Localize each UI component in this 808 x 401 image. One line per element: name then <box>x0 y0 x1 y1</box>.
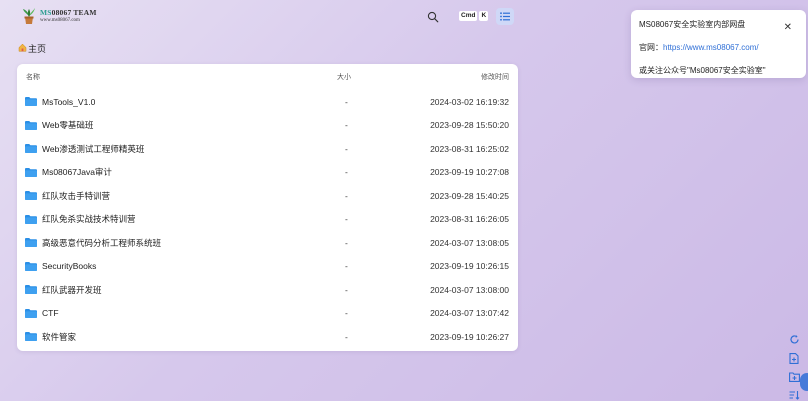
table-row[interactable]: 红队武器开发班 - 2024-03-07 13:08:00 <box>17 278 518 301</box>
folder-icon <box>25 238 37 247</box>
row-size: - <box>345 214 348 224</box>
table-row[interactable]: 红队攻击手特训营 - 2023-09-28 15:40:25 <box>17 184 518 207</box>
table-header: 名称 大小 修改时间 <box>17 72 518 84</box>
row-size: - <box>345 261 348 271</box>
row-modified: 2023-08-31 16:26:05 <box>430 214 509 224</box>
row-name: Ms08067Java审计 <box>42 167 112 177</box>
folder-icon <box>25 214 37 224</box>
sort-icon[interactable] <box>788 389 800 401</box>
row-name-cell[interactable]: SecurityBooks <box>25 261 96 271</box>
row-modified: 2023-09-28 15:40:25 <box>430 190 509 201</box>
table-row[interactable]: 红队免杀实战技术特训营 - 2023-08-31 16:26:05 <box>17 208 518 231</box>
table-row[interactable]: Ms08067Java审计 - 2023-09-19 10:27:08 <box>17 161 518 184</box>
breadcrumb-home-label: 主页 <box>28 44 47 54</box>
row-modified: 2023-09-19 10:26:27 <box>430 331 509 342</box>
breadcrumb[interactable]: 主页 <box>18 42 46 55</box>
row-name: 高级恶意代码分析工程师系统班 <box>42 237 162 248</box>
folder-icon <box>25 308 37 318</box>
table-row[interactable]: MsTools_V1.0 - 2024-03-02 16:19:32 <box>17 90 518 113</box>
logo[interactable]: MS08067 TEAM www.ms08067.com <box>22 7 97 25</box>
new-file-icon[interactable] <box>788 352 800 364</box>
row-size: - <box>345 120 348 130</box>
view-toggle-button[interactable] <box>496 8 514 25</box>
row-size: - <box>345 143 348 154</box>
row-modified: 2023-09-19 10:26:15 <box>430 261 509 271</box>
row-modified: 2023-08-31 16:25:02 <box>430 143 509 154</box>
row-size: - <box>345 308 348 318</box>
table-row[interactable]: SecurityBooks - 2023-09-19 10:26:15 <box>17 255 518 278</box>
row-name-cell[interactable]: 红队攻击手特训营 <box>25 190 110 202</box>
folder-icon <box>25 120 37 130</box>
row-name-cell[interactable]: Ms08067Java审计 <box>25 166 112 178</box>
row-size: - <box>345 96 348 107</box>
settings-float-icon[interactable] <box>800 373 808 391</box>
table-row[interactable]: Web渗透测试工程师精英班 - 2023-08-31 16:25:02 <box>17 137 518 160</box>
file-list-card: 名称 大小 修改时间 MsTools_V1.0 - 2024-03-02 16:19… <box>17 64 518 351</box>
folder-icon <box>25 167 37 177</box>
row-modified: 2024-03-07 13:08:05 <box>430 237 509 248</box>
search-icon[interactable] <box>427 10 439 23</box>
row-name-cell[interactable]: 红队武器开发班 <box>25 284 102 296</box>
row-name-cell[interactable]: CTF <box>25 308 59 318</box>
row-name-cell[interactable]: 软件管家 <box>25 331 76 343</box>
row-name-cell[interactable]: Web渗透测试工程师精英班 <box>25 143 144 155</box>
row-size: - <box>345 331 348 342</box>
refresh-icon[interactable] <box>788 333 800 345</box>
shortcut-key-cmd: Cmd <box>459 11 478 21</box>
folder-icon <box>25 285 37 294</box>
list-view-icon <box>500 8 510 26</box>
shortcut-key-k: K <box>479 11 489 21</box>
row-name-cell[interactable]: 高级恶意代码分析工程师系统班 <box>25 237 161 249</box>
row-size: - <box>345 237 348 248</box>
close-icon[interactable]: ✕ <box>784 22 792 33</box>
row-size: - <box>345 284 348 295</box>
row-name: CTF <box>42 308 59 318</box>
notice-site-label: 官网： <box>639 43 663 52</box>
row-name: 红队武器开发班 <box>42 284 102 295</box>
folder-icon <box>25 261 37 271</box>
row-name: 软件管家 <box>42 331 77 342</box>
row-modified: 2024-03-07 13:07:42 <box>430 308 509 318</box>
search-shortcut: Cmd K <box>459 11 489 21</box>
column-header-name[interactable]: 名称 <box>26 72 40 82</box>
new-folder-icon[interactable] <box>788 371 800 383</box>
folder-icon <box>25 144 37 153</box>
row-name: 红队攻击手特训营 <box>42 190 111 201</box>
row-name: MsTools_V1.0 <box>42 96 96 107</box>
row-modified: 2023-09-19 10:27:08 <box>430 167 509 177</box>
row-modified: 2024-03-07 13:08:00 <box>430 284 509 295</box>
home-icon <box>18 43 27 54</box>
row-size: - <box>345 190 348 201</box>
column-header-size[interactable]: 大小 <box>337 72 351 82</box>
row-size: - <box>345 167 348 177</box>
row-modified: 2023-09-28 15:50:20 <box>430 120 509 130</box>
folder-icon <box>25 97 37 106</box>
row-name: Web零基础班 <box>42 120 94 130</box>
column-header-modified[interactable]: 修改时间 <box>481 72 509 82</box>
folder-icon <box>25 191 37 200</box>
notice-site-link[interactable]: https://www.ms08067.com/ <box>663 43 759 52</box>
table-row[interactable]: CTF - 2024-03-07 13:07:42 <box>17 302 518 325</box>
row-name: 红队免杀实战技术特训营 <box>42 214 136 224</box>
table-row[interactable]: 高级恶意代码分析工程师系统班 - 2024-03-07 13:08:05 <box>17 231 518 254</box>
row-name-cell[interactable]: Web零基础班 <box>25 119 93 131</box>
notice-follow-text: 或关注公众号"Ms08067安全实验室" <box>639 66 766 75</box>
notice-title: MS08067安全实验室内部网盘 <box>639 20 746 29</box>
row-name: SecurityBooks <box>42 261 97 271</box>
notification-popup: MS08067安全实验室内部网盘 官网：https://www.ms08067.… <box>631 10 806 78</box>
logo-title: MS08067 TEAM <box>40 8 97 18</box>
table-row[interactable]: 软件管家 - 2023-09-19 10:26:27 <box>17 325 518 348</box>
row-name-cell[interactable]: MsTools_V1.0 <box>25 97 95 107</box>
folder-icon <box>25 332 37 341</box>
notice-site-row: 官网：https://www.ms08067.com/ <box>639 42 798 53</box>
row-modified: 2024-03-02 16:19:32 <box>430 96 509 107</box>
logo-plant-icon <box>22 7 36 25</box>
row-name-cell[interactable]: 红队免杀实战技术特训营 <box>25 213 136 225</box>
table-row[interactable]: Web零基础班 - 2023-09-28 15:50:20 <box>17 114 518 137</box>
row-name: Web渗透测试工程师精英班 <box>42 143 145 154</box>
logo-subtitle: www.ms08067.com <box>40 17 80 23</box>
